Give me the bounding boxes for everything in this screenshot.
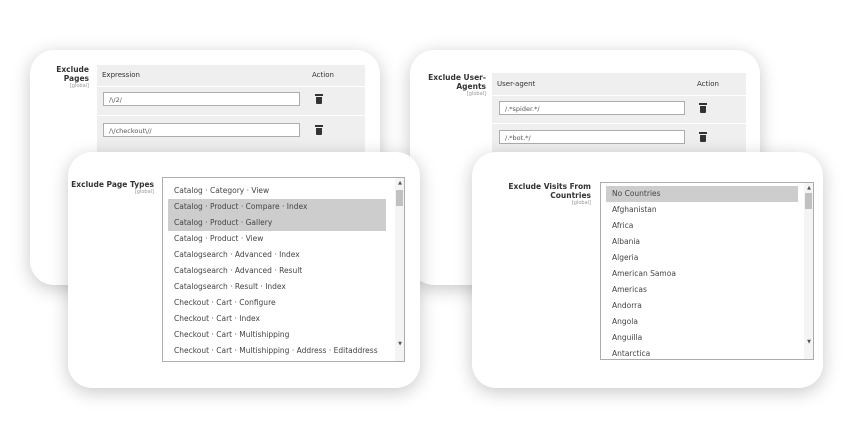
column-header-expression: Expression xyxy=(102,71,140,79)
column-header-user-agent: User-agent xyxy=(497,80,536,88)
list-option[interactable]: Afghanistan xyxy=(606,202,798,218)
countries-multiselect[interactable]: Antarctica Anguilla Angola Andorra Americas A… xyxy=(600,182,814,360)
exclude-countries-label: Exclude Visits From Countries [global] xyxy=(508,182,591,206)
exclude-user-agents-label: Exclude User-Agents [global] xyxy=(428,73,486,97)
list-option[interactable]: Checkout · Cart · Multishipping xyxy=(168,327,386,343)
list-option[interactable]: Checkout · Cart · Index xyxy=(168,311,386,327)
list-option[interactable]: No Countries xyxy=(606,186,798,202)
list-option[interactable]: Angola xyxy=(606,314,798,330)
list-option[interactable]: Albania xyxy=(606,234,798,250)
list-option[interactable]: Andorra xyxy=(606,298,798,314)
scrollbar[interactable]: ▲ ▼ xyxy=(804,183,813,359)
list-option[interactable]: Anguilla xyxy=(606,330,798,346)
list-option[interactable]: Catalogsearch · Advanced · Index xyxy=(168,247,386,263)
list-option[interactable]: Catalogsearch · Advanced · Result xyxy=(168,263,386,279)
user-agent-input[interactable]: /.*spider.*/ xyxy=(499,101,685,115)
list-option[interactable]: Americas xyxy=(606,282,798,298)
trash-icon[interactable] xyxy=(699,132,707,142)
exclude-page-types-card: Exclude Page Types [global] Checkout · Ca… xyxy=(68,152,420,388)
column-header-action: Action xyxy=(697,80,719,88)
expression-input[interactable]: /\/2/ xyxy=(103,92,300,106)
exclude-pages-label: Exclude Pages [global] xyxy=(56,65,89,89)
column-header-action: Action xyxy=(312,71,334,79)
user-agent-input[interactable]: /.*bot.*/ xyxy=(499,130,685,144)
scrollbar[interactable]: ▲ ▼ xyxy=(395,178,404,361)
list-option[interactable]: Catalog · Product · View xyxy=(168,231,386,247)
list-option[interactable]: Africa xyxy=(606,218,798,234)
expression-input[interactable]: /\/checkout\// xyxy=(103,123,300,137)
trash-icon[interactable] xyxy=(699,103,707,113)
list-option[interactable]: Catalogsearch · Result · Index xyxy=(168,279,386,295)
trash-icon[interactable] xyxy=(315,125,323,135)
exclude-page-types-label: Exclude Page Types [global] xyxy=(71,180,154,195)
list-option[interactable]: Catalog · Product · Gallery xyxy=(168,215,386,231)
list-option[interactable]: Algeria xyxy=(606,250,798,266)
list-option[interactable]: Antarctica xyxy=(606,346,798,359)
exclude-countries-card: Exclude Visits From Countries [global] An… xyxy=(472,152,823,388)
list-option[interactable]: Catalog · Product · Compare · Index xyxy=(168,199,386,215)
trash-icon[interactable] xyxy=(315,94,323,104)
list-option[interactable]: Checkout · Cart · Multishipping · Addres… xyxy=(168,343,386,359)
list-option[interactable]: American Samoa xyxy=(606,266,798,282)
list-option[interactable]: Checkout · Cart · Configure xyxy=(168,295,386,311)
list-option[interactable]: Catalog · Category · View xyxy=(168,183,386,199)
page-types-multiselect[interactable]: Checkout · Cart · Multishipping · Addres… xyxy=(162,177,405,362)
